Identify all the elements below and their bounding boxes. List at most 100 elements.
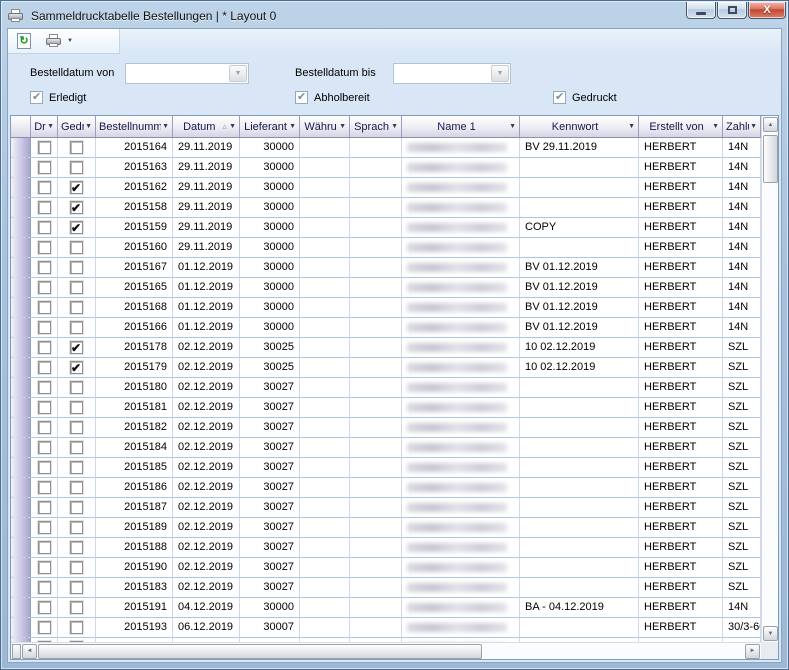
gedr-checkbox[interactable] xyxy=(70,301,83,314)
close-button[interactable]: X xyxy=(748,2,786,19)
dr-checkbox[interactable] xyxy=(38,181,51,194)
table-row[interactable]: 2015193 06.12.2019 30007 HERBERT 30/3-60… xyxy=(11,618,761,638)
table-row[interactable]: 2015164 29.11.2019 30000 BV 29.11.2019 H… xyxy=(11,138,761,158)
column-header-gedr[interactable]: Gedr ▼ xyxy=(58,116,96,137)
gedr-checkbox[interactable] xyxy=(70,461,83,474)
print-dropdown-icon[interactable]: ▼ xyxy=(67,38,73,44)
gedr-checkbox[interactable] xyxy=(70,621,83,634)
date-from-dropdown-icon[interactable]: ▼ xyxy=(229,65,247,82)
column-filter-dropdown-icon[interactable]: ▼ xyxy=(509,123,516,130)
dr-checkbox[interactable] xyxy=(38,581,51,594)
table-row[interactable]: 2015158 29.11.2019 30000 HERBERT 14N xyxy=(11,198,761,218)
gedr-checkbox[interactable] xyxy=(70,441,83,454)
table-row[interactable]: 2015182 02.12.2019 30027 HERBERT SZL xyxy=(11,418,761,438)
filter-abholbereit[interactable]: Abholbereit xyxy=(295,91,370,104)
gedr-checkbox[interactable] xyxy=(70,521,83,534)
gedr-checkbox[interactable] xyxy=(70,161,83,174)
row-indicator[interactable] xyxy=(11,198,31,218)
gedr-checkbox[interactable] xyxy=(70,421,83,434)
dr-checkbox[interactable] xyxy=(38,461,51,474)
dr-checkbox[interactable] xyxy=(38,481,51,494)
gedr-checkbox[interactable] xyxy=(70,181,83,194)
column-filter-dropdown-icon[interactable]: ▼ xyxy=(289,123,296,130)
table-row[interactable]: 2015180 02.12.2019 30027 HERBERT SZL xyxy=(11,378,761,398)
dr-checkbox[interactable] xyxy=(38,621,51,634)
row-indicator[interactable] xyxy=(11,518,31,538)
column-header-waehrung[interactable]: Währu ▼ xyxy=(300,116,350,137)
table-row[interactable]: 2015179 02.12.2019 30025 10 02.12.2019 H… xyxy=(11,358,761,378)
dr-checkbox[interactable] xyxy=(38,201,51,214)
dr-checkbox[interactable] xyxy=(38,261,51,274)
row-indicator[interactable] xyxy=(11,338,31,358)
filter-gedruckt[interactable]: Gedruckt xyxy=(553,91,617,104)
dr-checkbox[interactable] xyxy=(38,281,51,294)
column-filter-dropdown-icon[interactable]: ▼ xyxy=(391,123,398,130)
column-filter-dropdown-icon[interactable]: ▼ xyxy=(712,123,719,130)
table-row[interactable]: 2015185 02.12.2019 30027 HERBERT SZL xyxy=(11,458,761,478)
gedruckt-checkbox[interactable] xyxy=(553,91,566,104)
gedr-checkbox[interactable] xyxy=(70,501,83,514)
table-row[interactable]: 2015166 01.12.2019 30000 BV 01.12.2019 H… xyxy=(11,318,761,338)
titlebar[interactable]: Sammeldrucktabelle Bestellungen | * Layo… xyxy=(7,4,782,28)
dr-checkbox[interactable] xyxy=(38,501,51,514)
dr-checkbox[interactable] xyxy=(38,421,51,434)
scroll-down-icon[interactable]: ▼ xyxy=(763,626,778,641)
table-row[interactable]: 2015165 01.12.2019 30000 BV 01.12.2019 H… xyxy=(11,278,761,298)
column-header-sprache[interactable]: Sprach ▼ xyxy=(350,116,402,137)
dr-checkbox[interactable] xyxy=(38,221,51,234)
table-row[interactable]: 2015162 29.11.2019 30000 HERBERT 14N xyxy=(11,178,761,198)
table-row[interactable]: 2015189 02.12.2019 30027 HERBERT SZL xyxy=(11,518,761,538)
scroll-up-icon[interactable]: ▲ xyxy=(763,117,778,132)
column-header-lieferant[interactable]: Lieferant ▼ xyxy=(240,116,300,137)
column-header-dr[interactable]: Dr ▼ xyxy=(31,116,58,137)
table-row[interactable]: 2015163 29.11.2019 30000 HERBERT 14N xyxy=(11,158,761,178)
row-indicator[interactable] xyxy=(11,218,31,238)
column-filter-dropdown-icon[interactable]: ▼ xyxy=(339,123,346,130)
dr-checkbox[interactable] xyxy=(38,441,51,454)
dr-checkbox[interactable] xyxy=(38,241,51,254)
column-filter-dropdown-icon[interactable]: ▼ xyxy=(47,123,54,130)
gedr-checkbox[interactable] xyxy=(70,481,83,494)
column-header-datum[interactable]: Datum ▵ ▼ xyxy=(173,116,240,137)
gedr-checkbox[interactable] xyxy=(70,241,83,254)
dr-checkbox[interactable] xyxy=(38,361,51,374)
dr-checkbox[interactable] xyxy=(38,301,51,314)
table-row[interactable]: 2015168 01.12.2019 30000 BV 01.12.2019 H… xyxy=(11,298,761,318)
dr-checkbox[interactable] xyxy=(38,541,51,554)
column-filter-dropdown-icon[interactable]: ▼ xyxy=(229,123,236,130)
table-row[interactable]: 2015178 02.12.2019 30025 10 02.12.2019 H… xyxy=(11,338,761,358)
erledigt-checkbox[interactable] xyxy=(30,91,43,104)
gedr-checkbox[interactable] xyxy=(70,601,83,614)
dr-checkbox[interactable] xyxy=(38,141,51,154)
column-header-erstellt_von[interactable]: Erstellt von ▼ xyxy=(639,116,723,137)
row-indicator[interactable] xyxy=(11,318,31,338)
gedr-checkbox[interactable] xyxy=(70,581,83,594)
dr-checkbox[interactable] xyxy=(38,341,51,354)
table-row[interactable]: 2015187 02.12.2019 30027 HERBERT SZL xyxy=(11,498,761,518)
row-indicator[interactable] xyxy=(11,598,31,618)
table-row[interactable]: 2015183 02.12.2019 30027 HERBERT SZL xyxy=(11,578,761,598)
filter-erledigt[interactable]: Erledigt xyxy=(30,91,86,104)
abholbereit-checkbox[interactable] xyxy=(295,91,308,104)
dr-checkbox[interactable] xyxy=(38,381,51,394)
date-from-input[interactable] xyxy=(126,64,228,83)
vertical-scrollbar[interactable]: ▲ ▼ xyxy=(761,116,778,642)
row-indicator[interactable] xyxy=(11,378,31,398)
dr-checkbox[interactable] xyxy=(38,401,51,414)
gedr-checkbox[interactable] xyxy=(70,261,83,274)
row-indicator[interactable] xyxy=(11,418,31,438)
column-filter-dropdown-icon[interactable]: ▼ xyxy=(750,123,757,130)
row-indicator[interactable] xyxy=(11,618,31,638)
column-filter-dropdown-icon[interactable]: ▼ xyxy=(162,123,169,130)
column-filter-dropdown-icon[interactable]: ▼ xyxy=(628,123,635,130)
table-row[interactable]: 2015184 02.12.2019 30027 HERBERT SZL xyxy=(11,438,761,458)
row-indicator[interactable] xyxy=(11,558,31,578)
gedr-checkbox[interactable] xyxy=(70,281,83,294)
gedr-checkbox[interactable] xyxy=(70,341,83,354)
column-header-kennwort[interactable]: Kennwort ▼ xyxy=(520,116,639,137)
column-filter-dropdown-icon[interactable]: ▼ xyxy=(85,123,92,130)
column-header-name1[interactable]: Name 1 ▼ xyxy=(402,116,520,137)
row-indicator[interactable] xyxy=(11,578,31,598)
row-indicator[interactable] xyxy=(11,458,31,478)
minimize-button[interactable] xyxy=(686,2,716,19)
